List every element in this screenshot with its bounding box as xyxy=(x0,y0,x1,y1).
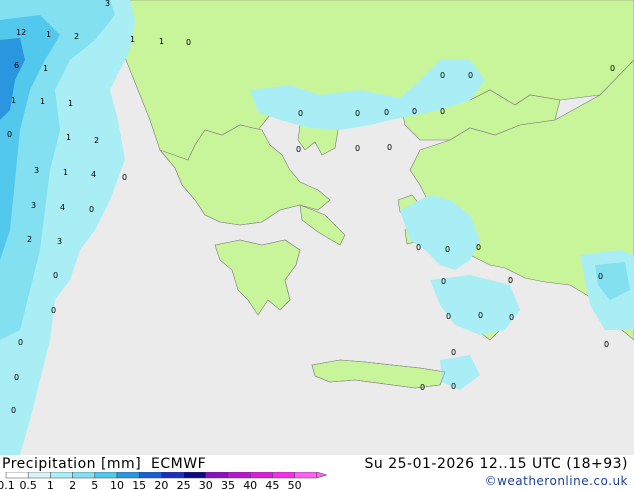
legend-tick-label: 35 xyxy=(221,479,235,490)
legend-tick-label: 25 xyxy=(177,479,191,490)
value-label: 0 xyxy=(446,312,451,321)
value-label: 4 xyxy=(91,170,96,179)
legend-swatch xyxy=(183,472,207,479)
value-label: 0 xyxy=(355,144,360,153)
value-label: 0 xyxy=(445,245,450,254)
legend-swatch xyxy=(205,472,229,479)
legend-tick-label: 0.1 xyxy=(0,479,15,490)
value-label: 0 xyxy=(416,243,421,252)
legend-swatch xyxy=(161,472,184,479)
value-label: 0 xyxy=(468,71,473,80)
value-label: 0 xyxy=(610,64,615,73)
legend-tick-label: 2 xyxy=(69,479,76,490)
site-credit: ©weatheronline.co.uk xyxy=(484,474,628,488)
legend-swatch xyxy=(50,472,73,479)
value-label: 3 xyxy=(105,0,110,8)
legend-tick-label: 0.5 xyxy=(19,479,37,490)
value-label: 0 xyxy=(11,406,16,415)
value-label: 2 xyxy=(74,32,79,41)
legend-swatch xyxy=(116,472,140,479)
legend-tick-label: 50 xyxy=(288,479,302,490)
value-label: 0 xyxy=(451,382,456,391)
value-label: 0 xyxy=(296,145,301,154)
value-label: 1 xyxy=(63,168,68,177)
value-label: 0 xyxy=(604,340,609,349)
value-label: 0 xyxy=(598,272,603,281)
legend-tick-label: 20 xyxy=(154,479,168,490)
value-label: 0 xyxy=(298,109,303,118)
value-label: 0 xyxy=(18,338,23,347)
value-label: 1 xyxy=(159,37,164,46)
legend-swatch xyxy=(294,472,318,479)
valid-time: Su 25-01-2026 12..15 UTC (18+93) xyxy=(364,456,628,472)
legend-tick-label: 15 xyxy=(132,479,146,490)
legend-swatch xyxy=(227,472,251,479)
precipitation-color-scale: 0.1 0.5 1 2 5 10 15 20 25 30 35 40 45 50 xyxy=(0,472,328,490)
value-label: 0 xyxy=(478,311,483,320)
value-label: 4 xyxy=(60,203,65,212)
value-label: 1 xyxy=(11,96,16,105)
value-label: 0 xyxy=(53,271,58,280)
value-label: 0 xyxy=(387,143,392,152)
legend-swatch xyxy=(5,472,29,479)
value-label: 0 xyxy=(355,109,360,118)
value-label: 6 xyxy=(14,61,19,70)
legend-tick-label: 5 xyxy=(91,479,98,490)
legend-tick-label: 45 xyxy=(265,479,279,490)
value-label: 0 xyxy=(420,383,425,392)
legend-tick-label: 40 xyxy=(243,479,257,490)
value-label: 2 xyxy=(94,136,99,145)
value-label: 0 xyxy=(441,277,446,286)
value-label: 0 xyxy=(122,173,127,182)
value-label: 0 xyxy=(476,243,481,252)
value-label: 0 xyxy=(7,130,12,139)
value-label: 0 xyxy=(14,373,19,382)
legend-tick-label: 30 xyxy=(199,479,213,490)
legend-swatch xyxy=(272,472,295,479)
map-title: Precipitation [mm] ECMWF xyxy=(2,456,207,472)
value-label: 0 xyxy=(451,348,456,357)
legend-swatch xyxy=(249,472,273,479)
legend-swatch xyxy=(94,472,118,479)
value-label: 0 xyxy=(186,38,191,47)
value-label: 3 xyxy=(57,237,62,246)
value-label: 2 xyxy=(27,235,32,244)
legend-arrow xyxy=(316,472,328,479)
value-label: 0 xyxy=(440,71,445,80)
value-label: 0 xyxy=(89,205,94,214)
value-label: 0 xyxy=(412,107,417,116)
legend-swatch xyxy=(72,472,96,479)
precipitation-map: 3 12 1 2 1 1 0 6 1 1 1 1 0 2 1 3 1 4 0 3… xyxy=(0,0,634,455)
value-label: 12 xyxy=(16,28,26,37)
legend-tick-label: 10 xyxy=(110,479,124,490)
value-label: 0 xyxy=(51,306,56,315)
value-label: 0 xyxy=(384,108,389,117)
value-label: 0 xyxy=(509,313,514,322)
value-label: 0 xyxy=(440,107,445,116)
value-label: 3 xyxy=(34,166,39,175)
value-label: 1 xyxy=(40,97,45,106)
legend-footer: Precipitation [mm] ECMWF Su 25-01-2026 1… xyxy=(0,455,634,490)
value-label: 1 xyxy=(130,35,135,44)
legend-swatch xyxy=(138,472,162,479)
value-label: 1 xyxy=(43,64,48,73)
legend-swatch xyxy=(27,472,51,479)
value-label: 1 xyxy=(46,30,51,39)
value-label: 3 xyxy=(31,201,36,210)
value-label: 1 xyxy=(66,133,71,142)
legend-tick-label: 1 xyxy=(47,479,54,490)
value-label: 0 xyxy=(508,276,513,285)
value-label: 1 xyxy=(68,99,73,108)
